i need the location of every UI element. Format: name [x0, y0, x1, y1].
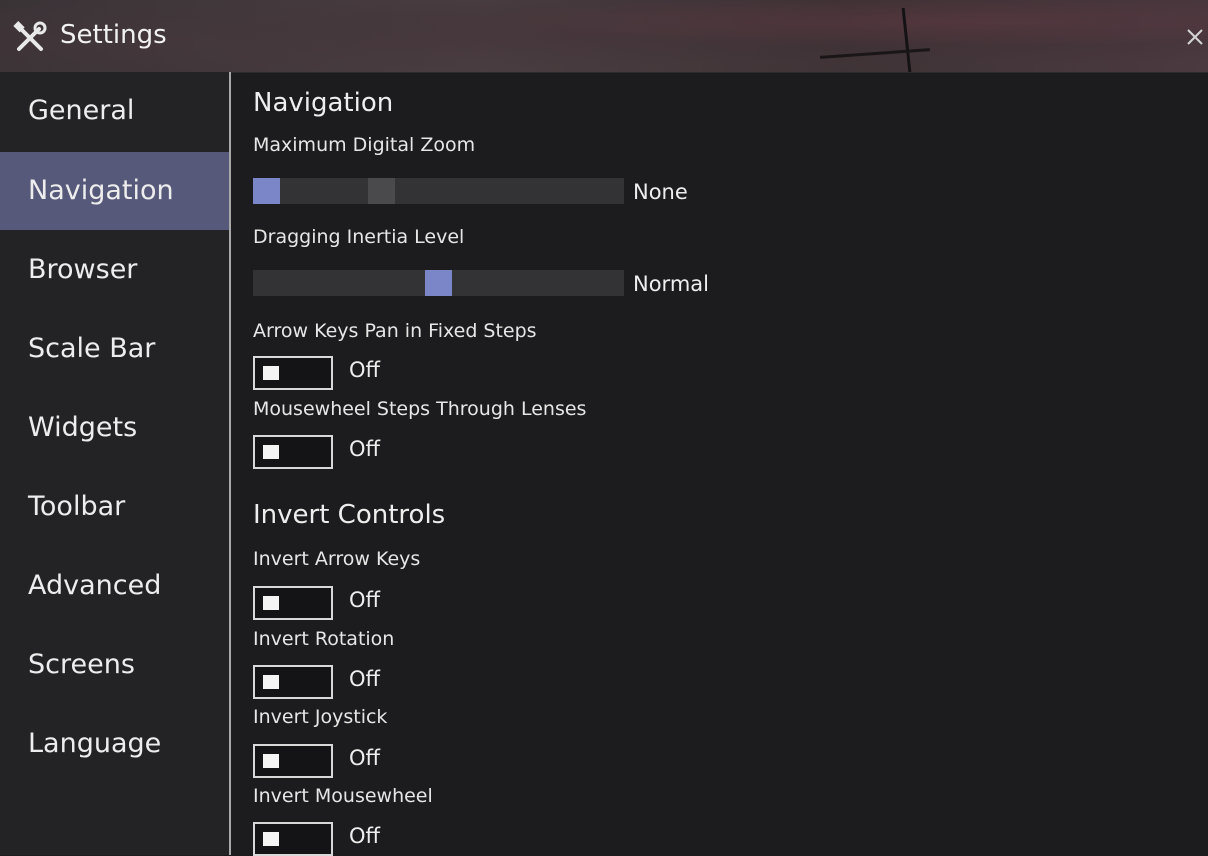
toggle-knob: [263, 366, 279, 380]
toggle-knob: [263, 596, 279, 610]
toggle-knob: [263, 675, 279, 689]
sidebar-item-language[interactable]: Language: [0, 705, 229, 783]
arrow-keys-pan-label: Arrow Keys Pan in Fixed Steps: [253, 320, 537, 342]
inertia-label: Dragging Inertia Level: [253, 226, 465, 248]
max-zoom-slider[interactable]: [253, 178, 624, 204]
sidebar-item-general[interactable]: General: [0, 72, 229, 150]
title-bar: Settings: [0, 0, 1208, 73]
invert-mousewheel-toggle[interactable]: [253, 822, 333, 856]
section-title-invert-controls: Invert Controls: [253, 500, 446, 530]
toggle-knob: [263, 832, 279, 846]
invert-mousewheel-label: Invert Mousewheel: [253, 785, 433, 807]
background-texture: [820, 48, 930, 59]
invert-rotation-state: Off: [349, 667, 380, 691]
inertia-value: Normal: [633, 272, 709, 296]
sidebar-item-toolbar[interactable]: Toolbar: [0, 468, 229, 546]
invert-arrow-keys-label: Invert Arrow Keys: [253, 548, 421, 570]
slider-notch: [368, 178, 395, 204]
invert-arrow-keys-state: Off: [349, 588, 380, 612]
max-zoom-value: None: [633, 180, 688, 204]
invert-joystick-toggle[interactable]: [253, 744, 333, 778]
window-title: Settings: [60, 20, 167, 50]
settings-content: Navigation Maximum Digital Zoom None Dra…: [231, 72, 1208, 856]
invert-joystick-state: Off: [349, 746, 380, 770]
sidebar-item-advanced[interactable]: Advanced: [0, 547, 229, 625]
invert-arrow-keys-toggle[interactable]: [253, 586, 333, 620]
invert-rotation-label: Invert Rotation: [253, 628, 395, 650]
sidebar-item-screens[interactable]: Screens: [0, 626, 229, 704]
background-texture: [901, 8, 912, 72]
inertia-slider[interactable]: [253, 270, 624, 296]
arrow-keys-pan-state: Off: [349, 358, 380, 382]
max-zoom-label: Maximum Digital Zoom: [253, 134, 476, 156]
toggle-knob: [263, 445, 279, 459]
invert-joystick-label: Invert Joystick: [253, 706, 388, 728]
mousewheel-lenses-toggle[interactable]: [253, 435, 333, 469]
tools-icon: [13, 21, 47, 51]
sidebar-item-scale-bar[interactable]: Scale Bar: [0, 310, 229, 388]
close-icon[interactable]: [1184, 26, 1206, 48]
slider-thumb[interactable]: [425, 270, 452, 296]
invert-rotation-toggle[interactable]: [253, 665, 333, 699]
mousewheel-lenses-label: Mousewheel Steps Through Lenses: [253, 398, 587, 420]
sidebar-item-widgets[interactable]: Widgets: [0, 389, 229, 467]
settings-sidebar: General Navigation Browser Scale Bar Wid…: [0, 72, 229, 855]
toggle-knob: [263, 754, 279, 768]
sidebar-item-navigation[interactable]: Navigation: [0, 152, 229, 230]
sidebar-item-browser[interactable]: Browser: [0, 231, 229, 309]
section-title-navigation: Navigation: [253, 88, 394, 118]
invert-mousewheel-state: Off: [349, 824, 380, 848]
arrow-keys-pan-toggle[interactable]: [253, 356, 333, 390]
slider-thumb[interactable]: [253, 178, 280, 204]
mousewheel-lenses-state: Off: [349, 437, 380, 461]
